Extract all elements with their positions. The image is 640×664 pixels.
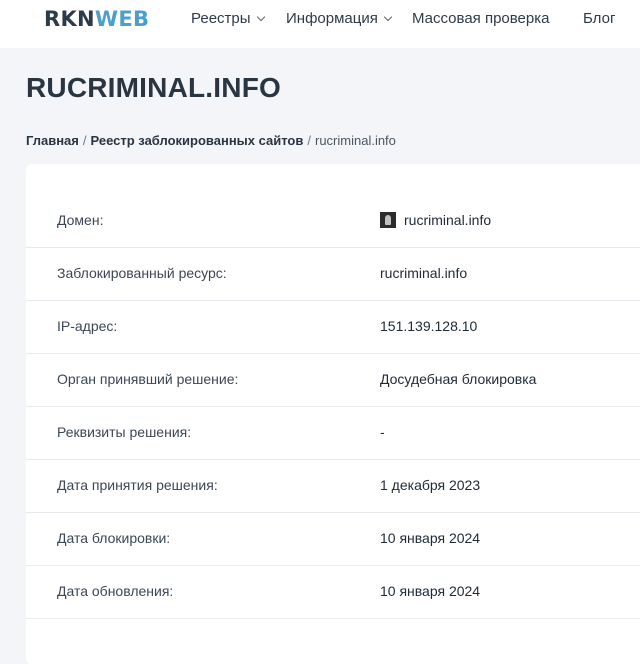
chevron-down-icon — [383, 12, 393, 22]
authority-label: Орган принявший решение: — [57, 371, 239, 387]
nav-registries[interactable]: Реестры — [191, 10, 265, 27]
logo-text-web: WEB — [94, 7, 150, 31]
breadcrumb-current: rucriminal.info — [314, 133, 396, 148]
chevron-down-icon — [256, 12, 265, 22]
ip-value: 151.139.128.10 — [380, 318, 478, 334]
nav-info-label: Информация — [286, 10, 378, 27]
logo-text-rkn: RKN — [44, 7, 95, 31]
detail-row-authority: Орган принявший решение: Досудебная блок… — [26, 354, 640, 407]
breadcrumb-separator: / — [82, 133, 87, 148]
blocked-resource-label: Заблокированный ресурс: — [57, 265, 227, 281]
breadcrumb: Главная / Реестр заблокированных сайтов / ru… — [26, 133, 396, 148]
detail-row-block-date: Дата блокировки: 10 января 2024 — [26, 513, 640, 566]
domain-label: Домен: — [57, 212, 104, 228]
breadcrumb-home-link[interactable]: Главная — [26, 133, 79, 148]
nav-mass-check[interactable]: Массовая проверка — [412, 10, 549, 27]
block-date-value: 10 января 2024 — [380, 530, 481, 546]
detail-row-update-date: Дата обновления: 10 января 2024 — [26, 566, 640, 619]
ip-label: IP-адрес: — [57, 318, 118, 334]
detail-row-decision-details: Реквизиты решения: - — [26, 407, 640, 460]
update-date-label: Дата обновления: — [57, 583, 174, 599]
detail-row-decision-date: Дата принятия решения: 1 декабря 2023 — [26, 460, 640, 513]
detail-row-blocked-resource: Заблокированный ресурс: rucriminal.info — [26, 248, 640, 301]
decision-details-value: - — [380, 424, 385, 440]
nav-info[interactable]: Информация — [286, 10, 393, 27]
site-favicon-icon — [380, 212, 396, 228]
breadcrumb-separator: / — [307, 133, 311, 148]
detail-row-domain: Домен: rucriminal.info — [26, 195, 640, 248]
nav-blog[interactable]: Блог — [583, 10, 615, 27]
domain-value-text: rucriminal.info — [404, 212, 492, 228]
decision-date-label: Дата принятия решения: — [57, 477, 218, 493]
page-title: RUCRIMINAL.INFO — [26, 72, 281, 103]
detail-row-ip: IP-адрес: 151.139.128.10 — [26, 301, 640, 354]
blocked-resource-value: rucriminal.info — [380, 265, 468, 281]
breadcrumb-registry-link[interactable]: Реестр заблокированных сайтов — [91, 133, 304, 148]
authority-value: Досудебная блокировка — [380, 371, 537, 387]
site-logo[interactable]: RKNWEB — [44, 7, 149, 31]
domain-value: rucriminal.info — [380, 212, 491, 228]
update-date-value: 10 января 2024 — [380, 583, 481, 599]
block-date-label: Дата блокировки: — [57, 530, 171, 546]
decision-date-value: 1 декабря 2023 — [380, 477, 481, 493]
site-header: RKNWEB Реестры Информация Массовая прове… — [0, 0, 640, 48]
nav-registries-label: Реестры — [191, 10, 251, 27]
decision-details-label: Реквизиты решения: — [57, 424, 192, 440]
